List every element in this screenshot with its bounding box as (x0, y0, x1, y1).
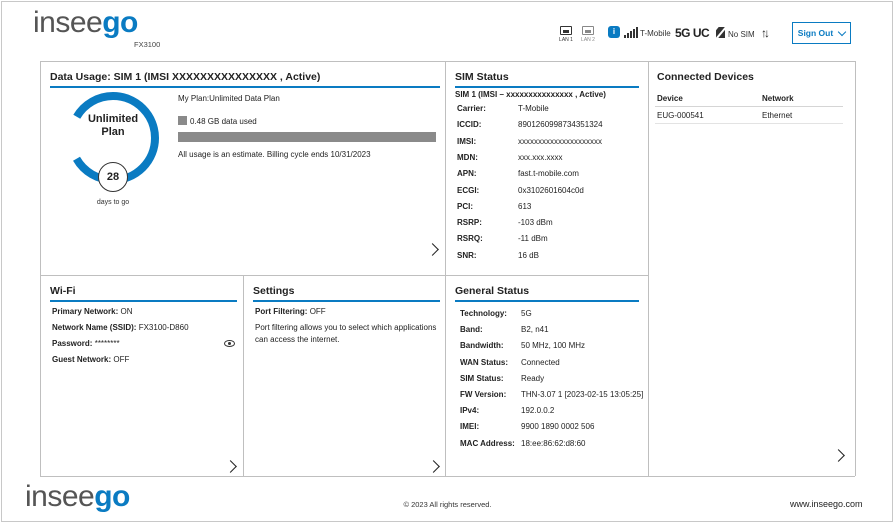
status-value: Connected (521, 357, 560, 367)
data-used: 0.48 GB data used (190, 117, 257, 126)
status-label: Bandwidth: (460, 341, 504, 351)
sim-status-title: SIM Status (455, 71, 509, 83)
general-status-title: General Status (455, 285, 530, 297)
network-type: 5G UC (675, 26, 710, 40)
status-value: 0x3102601604c0d (518, 185, 584, 195)
status-label: SNR: (457, 250, 477, 260)
status-label: IMSI: (457, 136, 477, 146)
column-header-network: Network (762, 94, 794, 103)
device-network: Ethernet (762, 111, 793, 120)
sign-out-button[interactable]: Sign Out (792, 22, 851, 44)
device-model: FX3100 (134, 40, 161, 49)
status-label: Band: (460, 325, 483, 335)
copyright: © 2023 All rights reserved. (403, 500, 492, 509)
usage-legend-swatch (178, 116, 187, 125)
status-value: Ready (521, 373, 545, 383)
status-label: RSRP: (457, 218, 482, 228)
grid-line (40, 61, 41, 476)
data-usage-title: Data Usage: SIM 1 (IMSI XXXXXXXXXXXXXXX … (50, 71, 321, 83)
status-value: xxx.xxx.xxxx (518, 152, 563, 162)
status-value: B2, n41 (521, 325, 549, 335)
status-label: SIM Status: (460, 373, 504, 383)
grid-line (40, 476, 855, 477)
usage-progress-bar (178, 132, 436, 142)
signal-strength-icon (624, 27, 638, 38)
status-label: ECGI: (457, 185, 480, 195)
grid-line (40, 275, 648, 276)
carrier-name: T-Mobile (640, 29, 671, 38)
settings-title: Settings (253, 285, 295, 297)
status-value: 50 MHz, 100 MHz (521, 341, 586, 351)
lan2-status: LAN 2 (580, 26, 596, 43)
primary-network: Primary Network: ON (52, 307, 133, 316)
status-label: PCI: (457, 201, 473, 211)
status-value: 192.0.0.2 (521, 406, 555, 416)
device-name: EUG-000541 (657, 111, 704, 120)
status-value: 9900 1890 0002 506 (521, 422, 595, 432)
grid-line (40, 61, 855, 62)
title-underline (253, 300, 440, 302)
port-filtering-status: Port Filtering: OFF (255, 307, 326, 316)
status-value: 8901260998734351324 (518, 120, 603, 130)
network-ssid: Network Name (SSID): FX3100-D860 (52, 323, 189, 332)
status-label: ICCID: (457, 120, 482, 130)
lan1-status: LAN 1 (558, 26, 574, 43)
title-underline (50, 86, 440, 88)
status-value: xxxxxxxxxxxxxxxxxxxxx (518, 136, 602, 146)
grid-line (855, 61, 856, 476)
chevron-down-icon (837, 27, 847, 36)
status-value: 613 (518, 201, 532, 211)
ethernet-port-icon (582, 26, 594, 35)
status-value: 18:ee:86:62:d8:60 (521, 438, 586, 448)
grid-line (243, 275, 244, 476)
status-label: Carrier: (457, 104, 486, 113)
grid-line (648, 61, 649, 476)
title-underline (455, 300, 639, 302)
status-value: 5G (521, 309, 532, 318)
days-remaining-label: days to go (96, 199, 130, 206)
title-underline (455, 86, 639, 88)
wifi-password: Password: ******** (52, 339, 120, 348)
status-label: MAC Address: (460, 438, 515, 448)
table-divider (655, 106, 843, 107)
status-value: -103 dBm (518, 218, 553, 228)
data-transfer-icon: ↑↓ (761, 26, 770, 40)
column-header-device: Device (657, 94, 683, 103)
title-underline (50, 300, 237, 302)
plan-name: My Plan:Unlimited Data Plan (178, 94, 280, 103)
guest-network: Guest Network: OFF (52, 355, 130, 364)
status-label: MDN: (457, 152, 478, 162)
status-label: Technology: (460, 309, 507, 318)
status-label: APN: (457, 169, 477, 179)
wifi-title: Wi-Fi (50, 285, 76, 297)
status-value: -11 dBm (518, 234, 548, 244)
status-label: IMEI: (460, 422, 480, 432)
status-value: THN-3.07 1 [2023-02-15 13:05:25] (521, 390, 644, 399)
status-value: fast.t-mobile.com (518, 169, 579, 179)
status-label: RSRQ: (457, 234, 483, 244)
days-remaining: 28 (98, 162, 128, 192)
port-filtering-description-line1: Port filtering allows you to select whic… (255, 323, 437, 332)
status-label: WAN Status: (460, 357, 508, 367)
table-divider (655, 123, 843, 124)
status-label: IPv4: (460, 406, 480, 416)
grid-line (445, 61, 446, 476)
status-value: 16 dB (518, 250, 539, 260)
connected-devices-title: Connected Devices (657, 71, 754, 83)
website-link[interactable]: www.inseego.com (790, 499, 863, 509)
inseego-logo[interactable]: inseego (33, 6, 138, 40)
sim-status-label: No SIM (728, 30, 755, 39)
sim-subtitle: SIM 1 (IMSI – xxxxxxxxxxxxxxx , Active) (455, 90, 606, 99)
port-filtering-description-line2: can access the internet. (255, 335, 340, 344)
ethernet-port-icon (560, 26, 572, 35)
status-label: FW Version: (460, 390, 507, 399)
plan-label: Unlimited Plan (87, 113, 139, 138)
eye-icon[interactable] (224, 340, 235, 347)
billing-note: All usage is an estimate. Billing cycle … (178, 150, 371, 159)
status-value: T-Mobile (518, 104, 549, 113)
network-info-icon[interactable]: i (608, 26, 620, 38)
